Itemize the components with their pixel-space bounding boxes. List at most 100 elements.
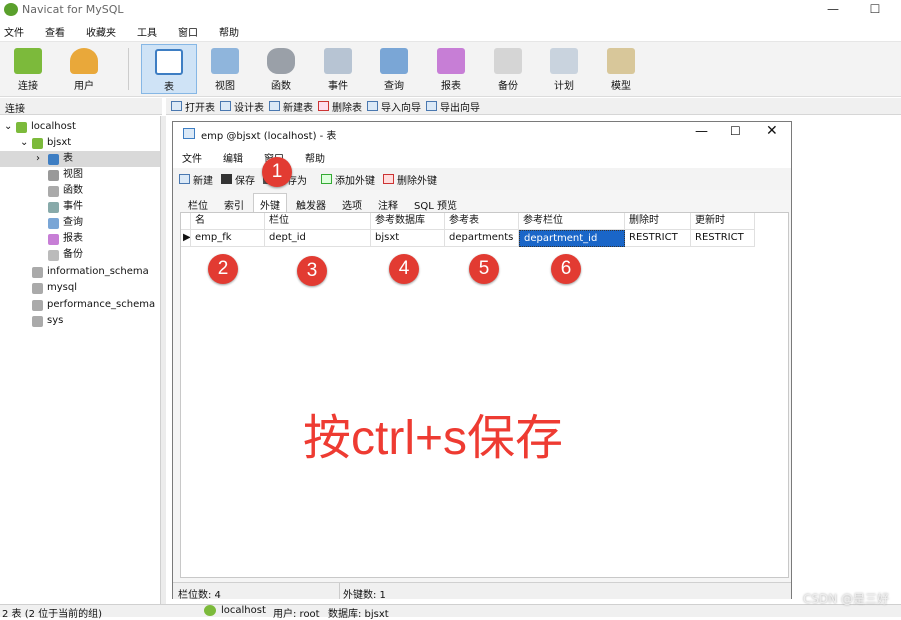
tree-item-views[interactable]: 视图 (48, 167, 83, 183)
maximize-icon[interactable]: ☐ (730, 124, 741, 138)
menu-tools[interactable]: 工具 (137, 24, 157, 39)
tab-sql-preview[interactable]: SQL 预览 (407, 193, 464, 212)
new-table-button[interactable]: 新建表 (269, 99, 313, 114)
toolbar-label: 报表 (441, 81, 461, 92)
toolbar-table-button[interactable]: 表 (141, 44, 197, 94)
database-icon (32, 299, 43, 311)
dialog-menu-help[interactable]: 帮助 (305, 150, 325, 165)
tree-label: information_schema (47, 266, 149, 277)
cell-field[interactable]: dept_id (265, 230, 371, 247)
export-wizard-button[interactable]: 导出向导 (426, 99, 480, 114)
connection-tree: ⌄ localhost ⌄ bjsxt › 表 视图 函数 事件 查询 报表 备份 i… (0, 116, 161, 604)
toolbar-query-button[interactable]: 查询 (366, 44, 422, 94)
dialog-menu-file[interactable]: 文件 (182, 150, 202, 165)
row-header-corner (181, 213, 191, 230)
toolbar-label: 备份 (498, 81, 518, 92)
navicat-logo-icon (4, 3, 18, 16)
design-tabs: 栏位 索引 外键 触发器 选项 注释 SQL 预览 (173, 192, 791, 212)
tab-comment[interactable]: 注释 (371, 193, 405, 212)
toolbar-report-button[interactable]: 报表 (423, 44, 479, 94)
toolbar-view-button[interactable]: 视图 (197, 44, 253, 94)
open-table-button[interactable]: 打开表 (171, 99, 215, 114)
status-bar: 2 表 (2 位于当前的组) localhost 用户: root 数据库: b… (0, 604, 901, 620)
menu-file[interactable]: 文件 (4, 24, 24, 39)
toolbar-user-button[interactable]: 用户 (56, 44, 112, 94)
cell-ref-database[interactable]: bjsxt (371, 230, 445, 247)
tree-item-queries[interactable]: 查询 (48, 215, 83, 231)
toolbar-label: 连接 (18, 81, 38, 92)
delete-fk-label: 删除外键 (397, 175, 437, 187)
cell-on-update[interactable]: RESTRICT (691, 230, 755, 247)
delete-table-button[interactable]: 删除表 (318, 99, 362, 114)
tree-item-performance-schema[interactable]: performance_schema (32, 297, 155, 313)
close-icon[interactable]: ✕ (766, 123, 778, 139)
design-table-button[interactable]: 设计表 (220, 99, 264, 114)
toolbar-event-button[interactable]: 事件 (310, 44, 366, 94)
connection-icon (16, 121, 27, 133)
cell-ref-table[interactable]: departments (445, 230, 519, 247)
tree-item-functions[interactable]: 函数 (48, 183, 83, 199)
column-header-field[interactable]: 栏位 (265, 213, 371, 230)
row-pointer-icon: ▶ (181, 230, 191, 247)
column-header-ref-field[interactable]: 参考栏位 (519, 213, 625, 230)
column-header-ref-table[interactable]: 参考表 (445, 213, 519, 230)
minimize-icon[interactable]: — (695, 124, 708, 139)
cell-name[interactable]: emp_fk (191, 230, 265, 247)
tree-item-bjsxt[interactable]: ⌄ bjsxt (20, 135, 71, 151)
maximize-button[interactable]: ☐ (852, 0, 898, 20)
save-icon (221, 174, 232, 184)
menu-view[interactable]: 查看 (45, 24, 65, 39)
tree-item-sys[interactable]: sys (32, 313, 63, 329)
tree-item-tables[interactable]: › 表 (0, 151, 160, 167)
title-bar: Navicat for MySQL — ☐ (0, 0, 901, 20)
delete-foreign-key-button[interactable]: 删除外键 (383, 172, 437, 187)
new-table-label: 新建表 (283, 102, 313, 114)
export-icon (426, 101, 437, 111)
toolbar-connection-button[interactable]: 连接 (0, 44, 56, 94)
menu-bar: 文件 查看 收藏夹 工具 窗口 帮助 (0, 21, 901, 41)
delete-table-label: 删除表 (332, 102, 362, 114)
toolbar-backup-button[interactable]: 备份 (480, 44, 536, 94)
annotation-badge: 2 (208, 254, 238, 284)
toolbar-schedule-button[interactable]: 计划 (536, 44, 592, 94)
column-header-name[interactable]: 名 (191, 213, 265, 230)
new-button[interactable]: 新建 (179, 172, 213, 187)
delete-table-icon (318, 101, 329, 111)
database-icon (32, 266, 43, 278)
import-wizard-button[interactable]: 导入向导 (367, 99, 421, 114)
menu-favorites[interactable]: 收藏夹 (86, 24, 116, 39)
tab-triggers[interactable]: 触发器 (289, 193, 333, 212)
tree-item-backups[interactable]: 备份 (48, 247, 83, 263)
tree-item-information-schema[interactable]: information_schema (32, 264, 149, 280)
dialog-menu-edit[interactable]: 编辑 (223, 150, 243, 165)
tree-item-localhost[interactable]: ⌄ localhost (4, 119, 76, 135)
tab-indexes[interactable]: 索引 (217, 193, 251, 212)
tree-item-reports[interactable]: 报表 (48, 231, 83, 247)
column-header-on-delete[interactable]: 删除时 (625, 213, 691, 230)
design-table-icon (220, 101, 231, 111)
cell-on-delete[interactable]: RESTRICT (625, 230, 691, 247)
column-header-ref-database[interactable]: 参考数据库 (371, 213, 445, 230)
tab-foreign-keys[interactable]: 外键 (253, 193, 287, 212)
save-button[interactable]: 保存 (221, 172, 255, 187)
annotation-note: 按ctrl+s保存 (303, 412, 564, 465)
status-host: localhost (221, 605, 266, 616)
open-table-icon (171, 101, 182, 111)
toolbar-function-button[interactable]: 函数 (253, 44, 309, 94)
minimize-button[interactable]: — (810, 0, 856, 20)
tree-label: sys (47, 315, 64, 326)
menu-help[interactable]: 帮助 (219, 24, 239, 39)
model-icon (607, 48, 635, 74)
tab-fields[interactable]: 栏位 (181, 193, 215, 212)
tab-options[interactable]: 选项 (335, 193, 369, 212)
tree-item-events[interactable]: 事件 (48, 199, 83, 215)
watermark: CSDN @是三好 (802, 592, 889, 606)
dialog-title: emp @bjsxt (localhost) - 表 (201, 131, 337, 142)
toolbar-model-button[interactable]: 模型 (593, 44, 649, 94)
field-count: 栏位数: 4 (178, 590, 221, 601)
cell-ref-field[interactable]: department_id (519, 230, 625, 247)
tree-item-mysql[interactable]: mysql (32, 280, 77, 296)
add-foreign-key-button[interactable]: 添加外键 (321, 172, 375, 187)
column-header-on-update[interactable]: 更新时 (691, 213, 755, 230)
menu-window[interactable]: 窗口 (178, 24, 198, 39)
